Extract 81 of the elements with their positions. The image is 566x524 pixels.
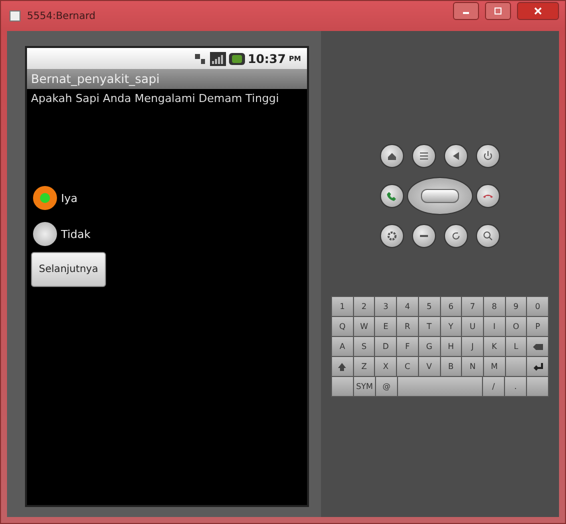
keyboard-key[interactable]: S xyxy=(354,337,374,356)
app-title: Bernat_penyakit_sapi xyxy=(31,72,160,86)
maximize-icon xyxy=(494,7,502,15)
hardware-button[interactable] xyxy=(412,224,436,248)
hardware-button[interactable] xyxy=(380,144,404,168)
call-button[interactable] xyxy=(380,184,404,208)
keyboard-key[interactable]: 3 xyxy=(375,297,396,316)
keyboard-key[interactable]: @ xyxy=(376,377,397,396)
shift-icon xyxy=(336,360,348,372)
end-call-button[interactable] xyxy=(476,184,500,208)
enter-icon xyxy=(532,360,544,372)
radio-button[interactable] xyxy=(33,186,57,210)
next-button[interactable]: Selanjutnya xyxy=(31,252,106,287)
question-text: Apakah Sapi Anda Mengalami Demam Tinggi xyxy=(30,91,280,107)
keyboard-key[interactable]: X xyxy=(375,357,396,376)
keyboard-key[interactable]: 7 xyxy=(462,297,483,316)
keyboard-key[interactable]: 1 xyxy=(332,297,353,316)
keyboard-key[interactable]: D xyxy=(375,337,396,356)
keyboard-key[interactable]: J xyxy=(462,337,483,356)
signal-icon xyxy=(210,52,226,66)
keyboard-key[interactable]: Y xyxy=(440,317,462,336)
keyboard-key[interactable]: L xyxy=(506,337,526,356)
keyboard-key[interactable]: F xyxy=(397,337,418,356)
keyboard-key[interactable]: Q xyxy=(332,317,353,336)
maximize-button[interactable] xyxy=(485,2,511,20)
close-button[interactable] xyxy=(517,2,559,20)
phone-icon xyxy=(386,190,398,202)
settings-icon xyxy=(386,230,398,242)
keyboard-key[interactable]: N xyxy=(462,357,483,376)
keyboard-key[interactable]: . xyxy=(505,377,526,396)
hardware-button[interactable] xyxy=(476,224,500,248)
keyboard-key[interactable]: M xyxy=(484,357,505,376)
radio-label[interactable]: Tidak xyxy=(61,228,91,240)
power-icon xyxy=(482,150,494,162)
keyboard-key[interactable]: SYM xyxy=(354,377,375,396)
window-title: 5554:Bernard xyxy=(27,10,97,22)
keyboard-key[interactable]: O xyxy=(506,317,526,336)
keyboard-key[interactable]: U xyxy=(462,317,483,336)
keyboard-key[interactable]: V xyxy=(418,357,440,376)
rotate-icon xyxy=(450,230,462,242)
keyboard-key[interactable]: 5 xyxy=(418,297,440,316)
keyboard-key[interactable]: G xyxy=(418,337,440,356)
keyboard-key[interactable]: W xyxy=(354,317,374,336)
radio-label[interactable]: Iya xyxy=(61,192,78,204)
hardware-button[interactable] xyxy=(444,144,468,168)
minimize-button[interactable] xyxy=(453,2,479,20)
close-icon xyxy=(534,7,542,15)
keyboard-key[interactable]: C xyxy=(397,357,418,376)
keyboard-key[interactable]: 8 xyxy=(484,297,505,316)
keyboard-key[interactable]: H xyxy=(440,337,462,356)
hardware-button[interactable] xyxy=(380,224,404,248)
search-icon xyxy=(482,230,494,242)
keyboard-key[interactable]: 4 xyxy=(397,297,418,316)
keyboard-key[interactable]: R xyxy=(397,317,418,336)
keyboard-key[interactable]: K xyxy=(484,337,505,356)
network-icon xyxy=(192,52,207,66)
hardware-button[interactable] xyxy=(412,144,436,168)
app-icon xyxy=(9,10,21,22)
radio-button[interactable] xyxy=(33,222,57,246)
delete-key[interactable] xyxy=(527,337,548,356)
keyboard-key[interactable]: 2 xyxy=(354,297,374,316)
home-icon xyxy=(386,150,398,162)
keyboard-key[interactable]: I xyxy=(484,317,505,336)
keyboard-key[interactable] xyxy=(506,357,526,376)
keyboard-key[interactable]: B xyxy=(440,357,462,376)
menu-icon xyxy=(418,150,430,162)
keyboard-key[interactable]: 6 xyxy=(440,297,462,316)
shift-key[interactable] xyxy=(332,357,353,376)
keyboard-key[interactable]: A xyxy=(332,337,353,356)
keyboard-key[interactable]: T xyxy=(418,317,440,336)
status-time: 10:37 xyxy=(248,52,286,66)
battery-icon xyxy=(228,52,245,66)
keyboard-key[interactable]: 0 xyxy=(527,297,548,316)
keyboard-key[interactable]: 9 xyxy=(506,297,526,316)
keyboard-key[interactable]: P xyxy=(527,317,548,336)
keyboard-key[interactable]: Z xyxy=(354,357,374,376)
keyboard-key[interactable]: / xyxy=(483,377,504,396)
hardware-button[interactable] xyxy=(444,224,468,248)
keyboard-key[interactable]: E xyxy=(375,317,396,336)
hardware-button[interactable] xyxy=(476,144,500,168)
enter-key[interactable] xyxy=(527,357,548,376)
